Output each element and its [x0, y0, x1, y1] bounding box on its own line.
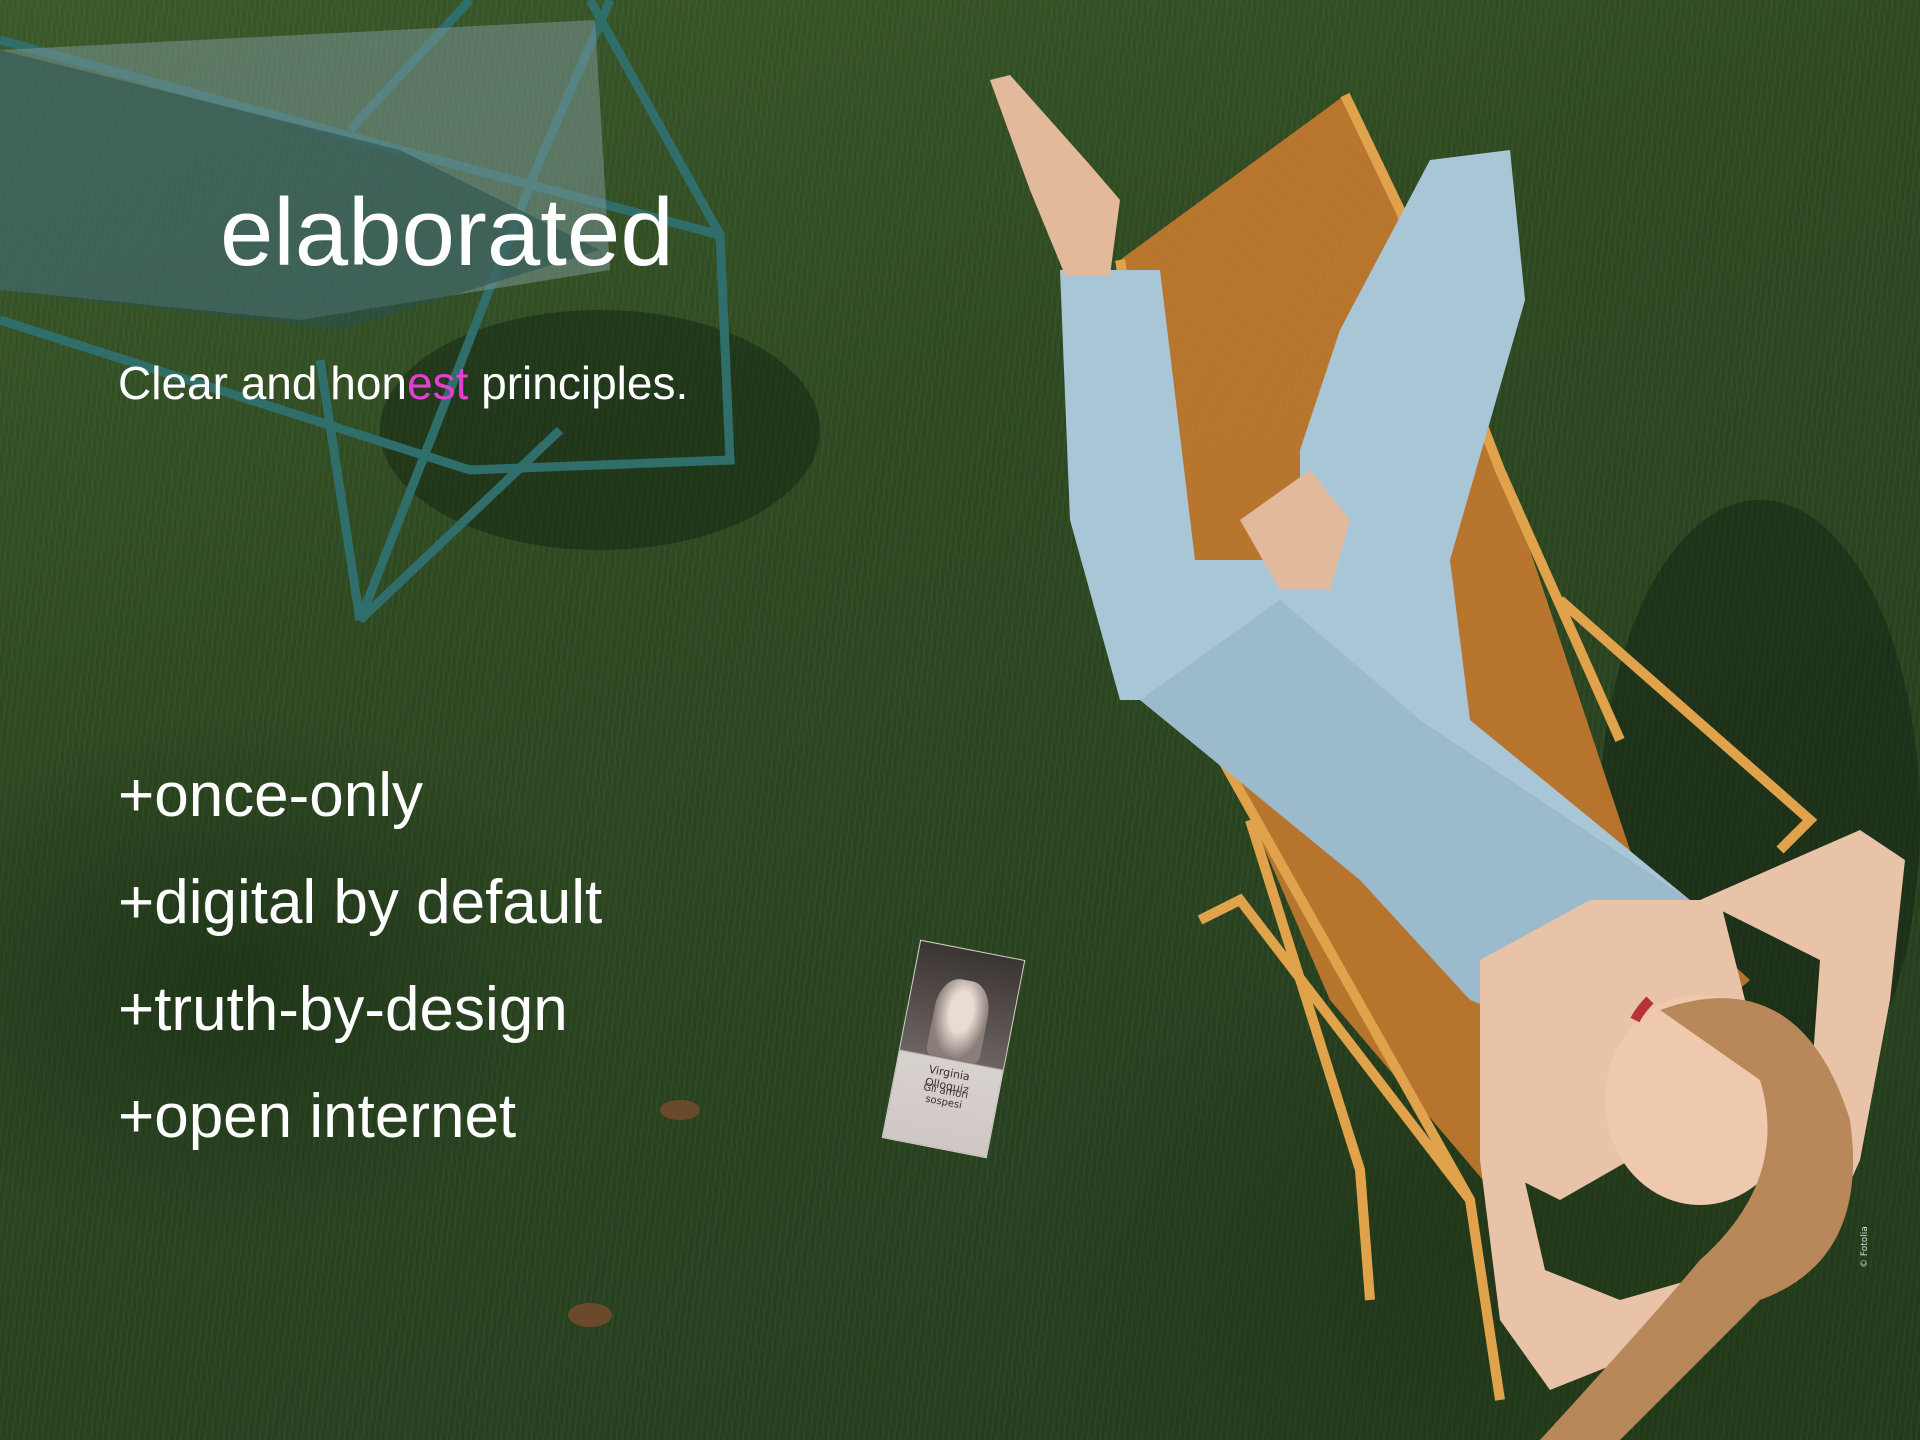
subtitle-accent: est — [406, 357, 469, 409]
principle-item: +open internet — [118, 1082, 517, 1151]
principle-item: +digital by default — [118, 868, 603, 937]
book-cover-illustration — [925, 975, 994, 1065]
principle-item: +once-only — [118, 761, 424, 830]
principles-list: +once-only +digital by default +truth-by… — [118, 742, 602, 1170]
slide-title: elaborated — [220, 179, 674, 286]
slide-subtitle: Clear and honest principles. — [118, 360, 688, 406]
photo-credit: © Fotolia — [1860, 1226, 1870, 1268]
principle-item: +truth-by-design — [118, 975, 568, 1044]
subtitle-part-3: principles. — [468, 357, 689, 409]
subtitle-part-1: Clear and hon — [118, 357, 407, 409]
